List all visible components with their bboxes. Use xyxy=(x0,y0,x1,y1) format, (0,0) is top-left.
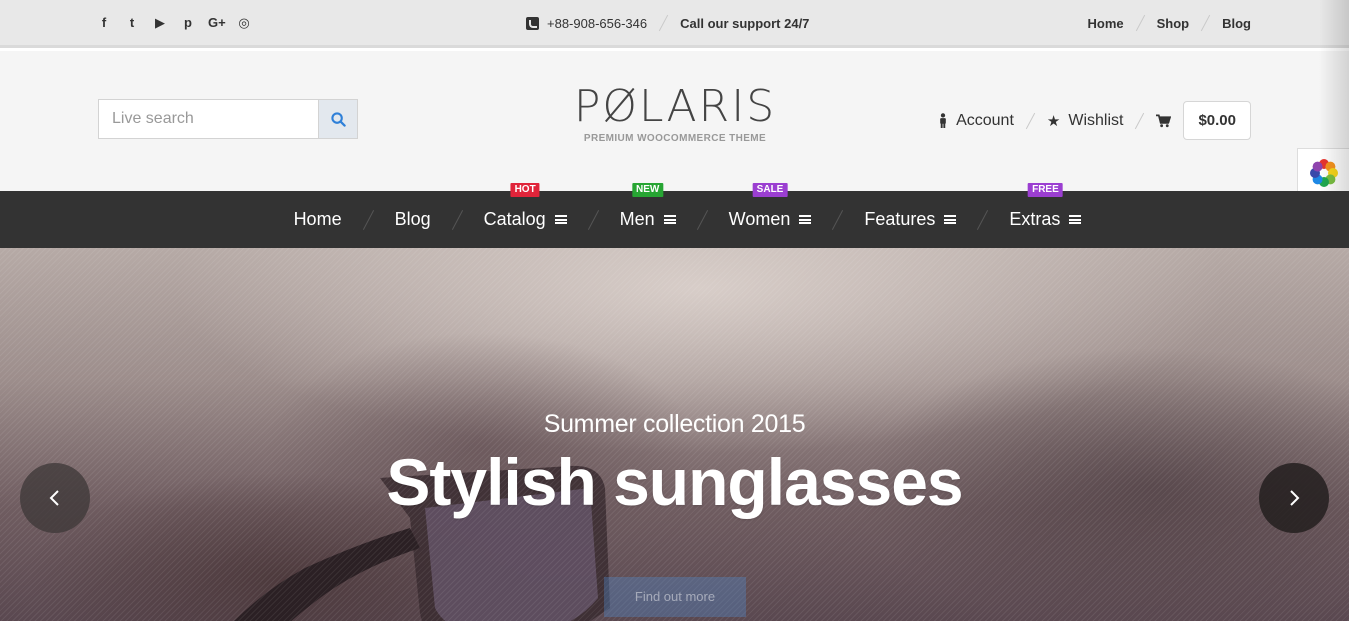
wishlist-label: Wishlist xyxy=(1068,111,1124,129)
social-links: f t ▶ p G+ ◎ xyxy=(96,15,252,31)
free-badge: FREE xyxy=(1028,183,1063,197)
account-label: Account xyxy=(956,111,1014,129)
divider xyxy=(832,209,844,230)
hero-title: Stylish sunglasses xyxy=(386,445,963,519)
logo-name: PØLARIS xyxy=(573,81,777,132)
sale-badge: SALE xyxy=(752,183,788,197)
google-plus-icon[interactable]: G+ xyxy=(208,15,226,31)
phone-icon xyxy=(526,16,539,30)
menu-icon xyxy=(1069,215,1082,224)
account-link[interactable]: Account xyxy=(938,112,1014,130)
top-link-blog[interactable]: Blog xyxy=(1222,16,1251,31)
pinterest-icon[interactable]: p xyxy=(180,15,196,31)
twitter-icon[interactable]: t xyxy=(124,15,140,31)
contact-info: +88-908-656-346 Call our support 24/7 xyxy=(526,14,809,32)
nav-label: Blog xyxy=(394,209,431,229)
star-icon: ★ xyxy=(1046,112,1061,130)
nav-label: Features xyxy=(864,209,936,229)
logo-tagline: PREMIUM WOOCOMMERCE THEME xyxy=(583,133,767,144)
menu-icon xyxy=(944,215,957,224)
nav-label: Men xyxy=(619,209,655,229)
divider xyxy=(451,209,463,230)
chevron-left-icon xyxy=(49,490,59,506)
wishlist-link[interactable]: ★ Wishlist xyxy=(1047,112,1124,130)
search-input[interactable] xyxy=(98,99,318,139)
search-form xyxy=(98,99,358,139)
nav-label: Women xyxy=(728,209,791,229)
top-link-home[interactable]: Home xyxy=(1087,16,1123,31)
nav-item-features[interactable]: Features xyxy=(864,209,957,230)
nav-item-home[interactable]: Home xyxy=(294,209,342,230)
menu-icon xyxy=(663,215,676,224)
site-header: PØLARIS PREMIUM WOOCOMMERCE THEME Accoun… xyxy=(0,51,1349,198)
nav-item-men[interactable]: NEW Men xyxy=(619,183,676,230)
youtube-icon[interactable]: ▶ xyxy=(152,15,168,31)
support-text: Call our support 24/7 xyxy=(680,15,810,31)
phone-number: +88-908-656-346 xyxy=(547,15,648,31)
divider xyxy=(696,209,708,230)
divider xyxy=(658,14,669,32)
divider xyxy=(587,209,599,230)
user-icon xyxy=(940,113,946,128)
chevron-right-icon xyxy=(1290,490,1300,506)
search-button[interactable] xyxy=(318,99,358,139)
top-bar: f t ▶ p G+ ◎ +88-908-656-346 Call our su… xyxy=(0,0,1349,48)
find-out-more-button[interactable]: Find out more xyxy=(604,577,746,617)
divider xyxy=(362,209,374,230)
nav-label: Catalog xyxy=(483,209,546,229)
cart-total-button[interactable]: $0.00 xyxy=(1183,101,1251,140)
facebook-icon[interactable]: f xyxy=(96,15,112,31)
site-logo[interactable]: PØLARIS PREMIUM WOOCOMMERCE THEME xyxy=(560,81,790,145)
main-navigation: Home Blog HOT Catalog NEW Men SALE Women… xyxy=(0,183,1349,248)
menu-icon xyxy=(799,215,812,224)
top-links: Home Shop Blog xyxy=(1087,14,1251,32)
user-nav: Account ★ Wishlist $0.00 xyxy=(938,101,1251,140)
nav-item-women[interactable]: SALE Women xyxy=(728,183,812,230)
divider xyxy=(1135,112,1145,129)
divider xyxy=(1135,14,1145,32)
nav-label: Home xyxy=(293,209,342,229)
divider xyxy=(1200,14,1211,32)
top-link-shop[interactable]: Shop xyxy=(1157,16,1190,31)
hot-badge: HOT xyxy=(510,183,540,197)
new-badge: NEW xyxy=(631,183,664,197)
menu-icon xyxy=(554,215,567,224)
search-icon xyxy=(330,111,346,127)
slider-next-button[interactable] xyxy=(1259,463,1329,533)
hero-slider: Summer collection 2015 Stylish sunglasse… xyxy=(0,248,1349,621)
divider xyxy=(1025,112,1036,129)
cart-icon[interactable] xyxy=(1156,114,1172,128)
nav-item-blog[interactable]: Blog xyxy=(395,209,431,230)
instagram-icon[interactable]: ◎ xyxy=(236,15,252,31)
nav-item-catalog[interactable]: HOT Catalog xyxy=(483,183,567,230)
divider xyxy=(977,209,989,230)
slider-prev-button[interactable] xyxy=(20,463,90,533)
nav-item-extras[interactable]: FREE Extras xyxy=(1009,183,1082,230)
nav-label: Extras xyxy=(1009,209,1061,229)
hero-subtitle: Summer collection 2015 xyxy=(543,410,806,438)
